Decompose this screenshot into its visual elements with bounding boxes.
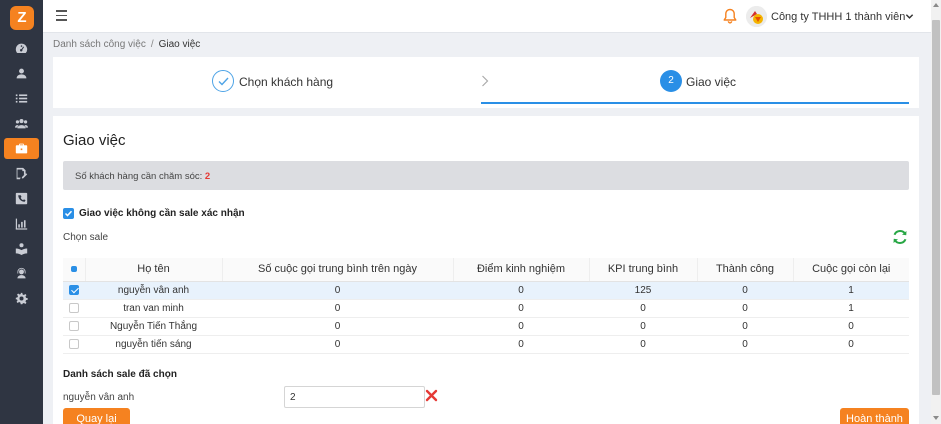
column-header[interactable]: Thành công xyxy=(696,258,793,282)
table-cell: 0 xyxy=(453,335,589,354)
scrollbar-thumb[interactable] xyxy=(932,20,940,395)
edit-document-icon[interactable] xyxy=(4,163,39,184)
table-row[interactable]: tran van minh 0 0 0 0 1 xyxy=(63,299,909,318)
table-cell: 0 xyxy=(453,281,589,300)
customer-count-info: Số khách hàng cần chăm sóc: 2 xyxy=(63,161,909,190)
company-name[interactable]: Công ty THHH 1 thành viên xyxy=(771,11,905,23)
sidebar: Z xyxy=(0,0,43,424)
column-header[interactable]: Cuộc gọi còn lại xyxy=(792,258,909,282)
table-cell: nguyễn vân anh xyxy=(85,281,222,300)
table-row[interactable]: nguyễn tiến sáng 0 0 0 0 0 xyxy=(63,335,909,354)
selected-sale-name: nguyễn vân anh xyxy=(63,392,135,403)
table-cell: Nguyễn Tiến Thắng xyxy=(85,317,222,336)
table-cell: tran van minh xyxy=(85,299,222,318)
chevron-down-icon[interactable] xyxy=(905,12,914,21)
users-icon[interactable] xyxy=(4,113,39,134)
bell-icon[interactable] xyxy=(723,8,737,24)
back-button[interactable]: Quay lại xyxy=(63,408,130,424)
table-cell: 0 xyxy=(453,317,589,336)
briefcase-icon[interactable] xyxy=(4,138,39,159)
table-cell: 0 xyxy=(697,317,793,336)
step-label-choose-customer[interactable]: Chọn khách hàng xyxy=(239,75,333,89)
table-cell: 1 xyxy=(793,281,909,300)
row-checkbox[interactable] xyxy=(63,281,85,300)
finish-button[interactable]: Hoàn thành xyxy=(840,408,909,424)
table-cell: 1 xyxy=(793,299,909,318)
step-label-assign[interactable]: Giao việc xyxy=(686,75,736,89)
table-row[interactable]: nguyễn vân anh 0 0 125 0 1 xyxy=(63,281,909,300)
chevron-right-icon xyxy=(482,75,489,87)
breadcrumb-current: Giao việc xyxy=(158,39,201,50)
page-title: Giao việc xyxy=(63,132,126,149)
phone-icon[interactable] xyxy=(4,188,39,209)
table-cell: 0 xyxy=(589,299,697,318)
table-cell: 0 xyxy=(793,317,909,336)
sales-table: Họ tên Số cuộc gọi trung bình trên ngày … xyxy=(63,258,909,354)
chart-icon[interactable] xyxy=(4,213,39,234)
column-header[interactable]: Họ tên xyxy=(84,258,222,282)
table-cell: 0 xyxy=(697,335,793,354)
table-cell: 0 xyxy=(222,335,453,354)
selected-sales-title: Danh sách sale đã chọn xyxy=(63,369,177,380)
scroll-down-icon[interactable] xyxy=(933,416,939,420)
row-checkbox[interactable] xyxy=(63,299,85,318)
column-header[interactable]: KPI trung bình xyxy=(588,258,697,282)
column-header[interactable]: Điểm kinh nghiệm xyxy=(452,258,589,282)
active-step-indicator xyxy=(481,102,909,104)
table-cell: 0 xyxy=(697,299,793,318)
top-bar: Công ty THHH 1 thành viên xyxy=(43,0,931,33)
book-icon[interactable] xyxy=(4,238,39,259)
dashboard-icon[interactable] xyxy=(4,38,39,59)
table-row[interactable]: Nguyễn Tiến Thắng 0 0 0 0 0 xyxy=(63,317,909,336)
table-header-row: Họ tên Số cuộc gọi trung bình trên ngày … xyxy=(63,258,909,282)
table-cell: 0 xyxy=(793,335,909,354)
table-cell: 0 xyxy=(222,281,453,300)
table-cell: 0 xyxy=(222,317,453,336)
gear-icon[interactable] xyxy=(4,288,39,309)
row-checkbox[interactable] xyxy=(63,335,85,354)
table-cell: 0 xyxy=(697,281,793,300)
scroll-up-icon[interactable] xyxy=(933,3,939,7)
table-cell: 0 xyxy=(453,299,589,318)
table-cell: 0 xyxy=(589,317,697,336)
customer-count-value: 2 xyxy=(204,171,211,182)
main-card: Giao việc Số khách hàng cần chăm sóc: 2 … xyxy=(53,116,919,424)
choose-sale-label: Chọn sale xyxy=(63,232,109,243)
breadcrumb-parent[interactable]: Danh sách công việc xyxy=(53,39,146,50)
table-cell: 0 xyxy=(589,335,697,354)
list-icon[interactable] xyxy=(4,88,39,109)
refresh-icon[interactable] xyxy=(891,228,909,246)
step-check-icon xyxy=(212,70,234,92)
support-icon[interactable] xyxy=(4,263,39,284)
remove-icon[interactable] xyxy=(425,389,438,402)
no-confirm-label[interactable]: Giao việc không cần sale xác nhận xyxy=(79,208,245,219)
breadcrumb-separator: / xyxy=(150,39,154,50)
selected-sale-quantity-input[interactable] xyxy=(284,386,425,408)
table-cell: 125 xyxy=(589,281,697,300)
hamburger-menu-icon[interactable] xyxy=(56,10,67,22)
avatar[interactable] xyxy=(746,6,767,27)
customer-count-label: Số khách hàng cần chăm sóc: xyxy=(75,171,205,182)
app-logo[interactable]: Z xyxy=(10,6,34,30)
row-checkbox[interactable] xyxy=(63,317,85,336)
steps-card: Chọn khách hàng 2 Giao việc xyxy=(53,57,919,108)
no-confirm-checkbox[interactable] xyxy=(63,208,74,219)
user-icon[interactable] xyxy=(4,63,39,84)
breadcrumb: Danh sách công việc / Giao việc xyxy=(53,39,200,50)
column-header[interactable]: Số cuộc gọi trung bình trên ngày xyxy=(221,258,453,282)
table-cell: nguyễn tiến sáng xyxy=(85,335,222,354)
table-cell: 0 xyxy=(222,299,453,318)
select-all-checkbox[interactable] xyxy=(63,258,85,282)
step-number-badge: 2 xyxy=(660,70,682,92)
